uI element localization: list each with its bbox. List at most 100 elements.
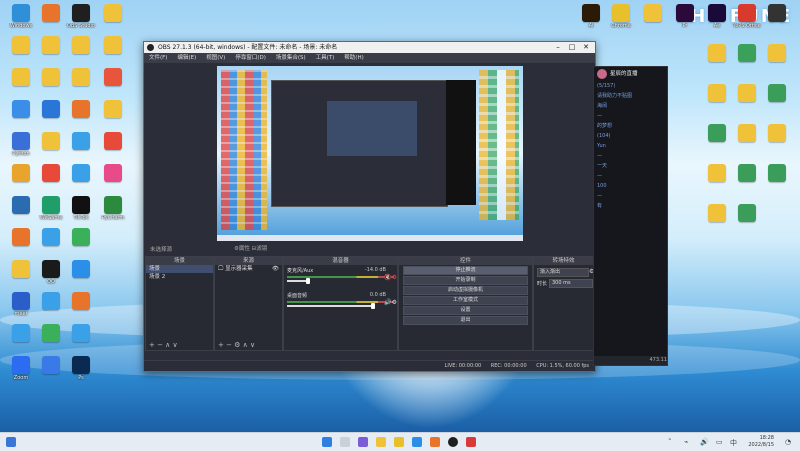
- desktop-icon[interactable]: [34, 68, 68, 87]
- minimize-icon[interactable]: –: [551, 42, 565, 53]
- desktop-icon[interactable]: [760, 84, 794, 103]
- source-property-buttons[interactable]: ⚙属性 ⊟滤镜: [234, 244, 267, 252]
- desktop-icon[interactable]: [64, 132, 98, 151]
- desktop-icon[interactable]: [96, 68, 130, 87]
- battery-icon[interactable]: ▭: [716, 438, 723, 446]
- desktop-icon[interactable]: [636, 4, 670, 23]
- scene-item[interactable]: 场景: [146, 265, 213, 273]
- desktop-icon[interactable]: WPS Office: [730, 4, 764, 29]
- desktop-icon[interactable]: [96, 164, 130, 183]
- desktop-icon[interactable]: [34, 228, 68, 247]
- desktop-icon[interactable]: [4, 324, 38, 343]
- desktop-icon[interactable]: Pr: [668, 4, 702, 29]
- volume-icon[interactable]: 🔊: [700, 438, 709, 446]
- desktop-icon[interactable]: [34, 292, 68, 311]
- obs-title-bar[interactable]: OBS 27.1.3 (64-bit, windows) - 配置文件: 未命名…: [144, 42, 595, 53]
- desktop-icon[interactable]: [760, 124, 794, 143]
- desktop-icon[interactable]: meet: [4, 292, 38, 317]
- speaker-icon[interactable]: 🔊⚙: [384, 299, 397, 306]
- menu-help[interactable]: 帮助(H): [339, 55, 368, 61]
- desktop-icon[interactable]: [700, 204, 734, 223]
- desktop-icon[interactable]: [96, 36, 130, 55]
- obs-preview[interactable]: [217, 66, 523, 241]
- studio-mode-button[interactable]: 工作室模式: [403, 296, 528, 305]
- notification-icon[interactable]: ◔: [785, 438, 791, 446]
- desktop-icon[interactable]: [64, 260, 98, 279]
- tray-clock[interactable]: 18:28 2022/8/15: [748, 435, 774, 449]
- desktop-icon[interactable]: [64, 164, 98, 183]
- windows-start-icon[interactable]: [322, 437, 332, 447]
- desktop-icon[interactable]: [4, 36, 38, 55]
- desktop-icon[interactable]: [64, 292, 98, 311]
- desktop-icon[interactable]: OBS Studio: [64, 4, 98, 29]
- desktop-icon[interactable]: [700, 164, 734, 183]
- desktop-icon[interactable]: [760, 4, 794, 23]
- close-icon[interactable]: ✕: [579, 42, 593, 53]
- chevron-up-icon[interactable]: ˄: [668, 438, 672, 446]
- stop-streaming-button[interactable]: 停止推流: [403, 266, 528, 275]
- desktop-icon[interactable]: Ai: [574, 4, 608, 29]
- transition-select[interactable]: 渐入渐出: [537, 268, 589, 277]
- desktop-icon[interactable]: Zoom: [4, 356, 38, 381]
- desktop-icon[interactable]: [64, 100, 98, 119]
- obs-window[interactable]: OBS 27.1.3 (64-bit, windows) - 配置文件: 未命名…: [143, 41, 596, 372]
- scenes-footer-buttons[interactable]: + − ∧ ∨: [146, 341, 216, 350]
- source-item[interactable]: 🖵 显示器采集 👁: [215, 265, 282, 273]
- menu-view[interactable]: 视图(V): [201, 55, 230, 61]
- volume-fader[interactable]: [287, 303, 375, 309]
- app-icon[interactable]: [430, 437, 440, 447]
- widgets-icon[interactable]: [6, 437, 16, 447]
- speaker-muted-icon[interactable]: 🔇⚙: [384, 274, 397, 281]
- desktop-icon[interactable]: [4, 196, 38, 215]
- desktop-icon[interactable]: [700, 124, 734, 143]
- desktop-icon[interactable]: [730, 204, 764, 223]
- desktop-icon[interactable]: QQ: [34, 260, 68, 285]
- desktop-icon[interactable]: Ae: [700, 4, 734, 29]
- desktop-icon[interactable]: [34, 132, 68, 151]
- desktop-icon[interactable]: WeGame: [34, 196, 68, 221]
- desktop-icon[interactable]: Windows: [4, 4, 38, 29]
- desktop-icon[interactable]: [34, 356, 68, 375]
- desktop-icon[interactable]: [64, 228, 98, 247]
- desktop-icon[interactable]: [34, 4, 68, 23]
- desktop-icon[interactable]: [4, 260, 38, 279]
- desktop-icon[interactable]: Chrome: [604, 4, 638, 29]
- duration-input[interactable]: 300 ms: [549, 279, 593, 288]
- desktop-icon[interactable]: [730, 124, 764, 143]
- obs-taskbar-icon[interactable]: [448, 437, 458, 447]
- desktop-icon[interactable]: [760, 44, 794, 63]
- desktop-icon[interactable]: [34, 324, 68, 343]
- desktop-icon[interactable]: [96, 100, 130, 119]
- settings-button[interactable]: 设置: [403, 306, 528, 315]
- desktop-icon[interactable]: [64, 36, 98, 55]
- desktop-icon[interactable]: [730, 44, 764, 63]
- maximize-icon[interactable]: □: [565, 42, 579, 53]
- menu-file[interactable]: 文件(F): [144, 55, 172, 61]
- desktop-icon[interactable]: [96, 132, 130, 151]
- desktop-icon[interactable]: Ps: [64, 356, 98, 381]
- app-icon[interactable]: [412, 437, 422, 447]
- eye-icon[interactable]: 👁: [272, 266, 279, 272]
- desktop-icon[interactable]: Python: [4, 132, 38, 157]
- desktop-icon[interactable]: PyCharm: [96, 196, 130, 221]
- desktop-icon[interactable]: [64, 324, 98, 343]
- desktop-icon[interactable]: [700, 84, 734, 103]
- desktop-icon[interactable]: [64, 68, 98, 87]
- desktop-icon[interactable]: [34, 36, 68, 55]
- network-icon[interactable]: ⌁: [684, 438, 688, 446]
- language-icon[interactable]: 中: [730, 438, 737, 448]
- task-view-icon[interactable]: [358, 437, 368, 447]
- chrome-icon[interactable]: [394, 437, 404, 447]
- desktop-icon[interactable]: [34, 164, 68, 183]
- menu-edit[interactable]: 编辑(E): [172, 55, 201, 61]
- desktop-icon[interactable]: [700, 44, 734, 63]
- file-explorer-icon[interactable]: [376, 437, 386, 447]
- desktop-icon[interactable]: [96, 4, 130, 23]
- desktop-icon[interactable]: [4, 164, 38, 183]
- exit-button[interactable]: 退出: [403, 316, 528, 325]
- start-recording-button[interactable]: 开始录制: [403, 276, 528, 285]
- menu-tools[interactable]: 工具(T): [311, 55, 340, 61]
- desktop-icon[interactable]: [730, 164, 764, 183]
- app-icon[interactable]: [466, 437, 476, 447]
- scene-item[interactable]: 场景 2: [146, 273, 213, 281]
